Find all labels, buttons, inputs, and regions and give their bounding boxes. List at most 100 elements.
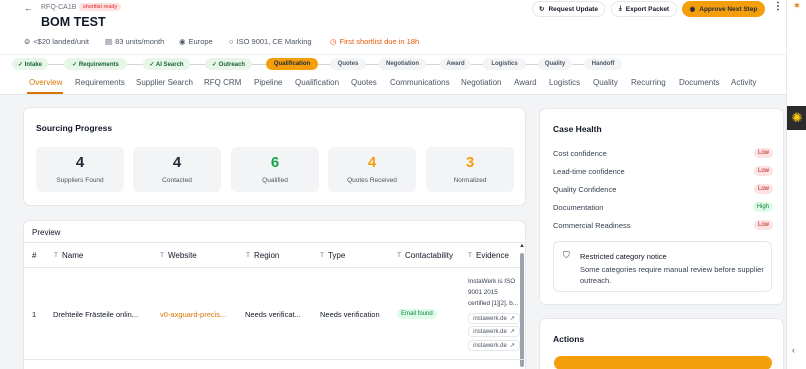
sourcing-progress-title: Sourcing Progress bbox=[36, 123, 113, 133]
stage-qualification[interactable]: Qualification bbox=[266, 58, 318, 70]
level-badge: Low bbox=[753, 184, 773, 194]
row-website-link[interactable]: v0-axguard-precis... bbox=[160, 310, 234, 319]
meta-region-text: Europe bbox=[188, 37, 213, 46]
stage-ai-search[interactable]: ✓ AI Search bbox=[143, 58, 190, 70]
meta-certs-text: ISO 9001, CE Marking bbox=[236, 37, 312, 46]
column-header-contactability[interactable]: T Contactability bbox=[397, 251, 453, 260]
stage-quotes[interactable]: Quotes bbox=[330, 58, 366, 70]
download-icon: ⤓ bbox=[618, 5, 622, 12]
tab-pipeline[interactable]: Pipeline bbox=[254, 78, 282, 87]
tab-supplier-search[interactable]: Supplier Search bbox=[136, 78, 193, 87]
evidence-link-label: instawerk.de bbox=[473, 328, 507, 335]
table-scrollbar[interactable]: ▲ bbox=[519, 243, 525, 367]
tab-activity[interactable]: Activity bbox=[731, 78, 756, 87]
more-options-icon[interactable]: ⋮ bbox=[773, 1, 783, 12]
tab-requirements[interactable]: Requirements bbox=[75, 78, 125, 87]
stat-value: 4 bbox=[367, 154, 377, 171]
stage-handoff[interactable]: Handoff bbox=[584, 58, 622, 70]
tab-qualification[interactable]: Qualification bbox=[295, 78, 339, 87]
preview-title: Preview bbox=[32, 228, 61, 237]
external-link-icon: ↗ bbox=[509, 343, 515, 349]
column-header-website[interactable]: T Website bbox=[160, 251, 197, 260]
tab-recurring[interactable]: Recurring bbox=[631, 78, 666, 87]
column-header-index[interactable]: # bbox=[32, 251, 36, 260]
case-header: ← RFQ-CA1B shortlist ready BOM TEST ⊜ <$… bbox=[0, 0, 786, 54]
stat-suppliers-found[interactable]: 4 Suppliers Found bbox=[36, 147, 124, 192]
stat-contacted[interactable]: 4 Contacted bbox=[133, 147, 221, 192]
actions-card: Actions bbox=[539, 318, 784, 369]
currency-icon: ⊜ bbox=[24, 37, 31, 46]
stage-connector bbox=[471, 64, 483, 65]
chevron-left-icon[interactable]: ‹ bbox=[792, 345, 795, 355]
request-update-button[interactable]: ↻ Request Update bbox=[532, 1, 605, 17]
export-packet-button[interactable]: ⤓ Export Packet bbox=[611, 1, 677, 17]
tab-negotiation[interactable]: Negotiation bbox=[461, 78, 501, 87]
stage-intake[interactable]: ✓ Intake bbox=[12, 58, 48, 70]
health-label: Commercial Readiness bbox=[553, 221, 631, 230]
stat-label: Normalized bbox=[453, 177, 487, 184]
scroll-thumb[interactable] bbox=[520, 253, 524, 367]
stage-outreach[interactable]: ✓ Outreach bbox=[205, 58, 252, 70]
meta-price-text: <$20 landed/unit bbox=[33, 37, 89, 46]
tab-logistics[interactable]: Logistics bbox=[549, 78, 580, 87]
actions-title: Actions bbox=[553, 334, 585, 344]
tab-quality[interactable]: Quality bbox=[593, 78, 618, 87]
tab-communications[interactable]: Communications bbox=[390, 78, 450, 87]
row-index: 1 bbox=[32, 310, 37, 319]
column-label: # bbox=[32, 251, 37, 260]
health-row-lead-time: Lead-time confidence Low bbox=[553, 166, 773, 176]
tab-rfq-crm[interactable]: RFQ CRM bbox=[204, 78, 241, 87]
back-arrow-icon[interactable]: ← bbox=[24, 3, 33, 13]
tab-quotes[interactable]: Quotes bbox=[351, 78, 377, 87]
stage-requirements[interactable]: ✓ Requirements bbox=[64, 58, 127, 70]
stat-value: 4 bbox=[75, 154, 85, 171]
stat-value: 3 bbox=[465, 154, 475, 171]
tab-documents[interactable]: Documents bbox=[679, 78, 719, 87]
text-type-icon: T bbox=[397, 252, 401, 259]
shield-icon: ⛉ bbox=[563, 250, 570, 260]
active-tab-indicator bbox=[27, 92, 63, 94]
column-label: Type bbox=[327, 251, 346, 260]
stage-award[interactable]: Award bbox=[440, 58, 471, 70]
stage-connector bbox=[426, 64, 440, 65]
text-type-icon: T bbox=[468, 252, 472, 259]
stat-quotes-received[interactable]: 4 Quotes Received bbox=[328, 147, 416, 192]
row-region: Needs verificat... bbox=[245, 310, 301, 319]
evidence-link-chip[interactable]: instawerk.de ↗ bbox=[468, 313, 520, 324]
primary-action-button[interactable] bbox=[554, 356, 772, 369]
level-badge: High bbox=[752, 202, 773, 212]
level-badge: Low bbox=[753, 220, 773, 230]
stage-negotiation[interactable]: Negotiation bbox=[379, 58, 426, 70]
evidence-link-chip[interactable]: instawerk.de ↗ bbox=[468, 326, 520, 337]
column-header-type[interactable]: T Type bbox=[320, 251, 345, 260]
meta-volume: ▤ 83 units/month bbox=[105, 37, 164, 46]
approve-next-step-button[interactable]: ◉ Approve Next Step bbox=[682, 1, 765, 17]
pipeline-stages: ✓ Intake ✓ Requirements ✓ AI Search ✓ Ou… bbox=[0, 54, 786, 73]
column-header-evidence[interactable]: T Evidence bbox=[468, 251, 509, 260]
assistant-toggle-icon[interactable]: ✺ bbox=[787, 106, 806, 130]
column-label: Evidence bbox=[475, 251, 509, 260]
sourcing-progress-card: Sourcing Progress 4 Suppliers Found 4 Co… bbox=[23, 107, 526, 206]
scroll-up-arrow-icon[interactable]: ▲ bbox=[519, 243, 525, 249]
evidence-link-label: instawerk.de bbox=[473, 342, 507, 349]
tab-award[interactable]: Award bbox=[514, 78, 537, 87]
stage-quality[interactable]: Quality bbox=[538, 58, 572, 70]
stage-logistics[interactable]: Logistics bbox=[483, 58, 526, 70]
health-label: Documentation bbox=[553, 203, 604, 212]
stat-label: Qualified bbox=[262, 177, 288, 184]
external-link-icon: ↗ bbox=[509, 329, 515, 335]
stat-normalized[interactable]: 3 Normalized bbox=[426, 147, 514, 192]
column-header-name[interactable]: T Name bbox=[54, 251, 83, 260]
level-badge: Low bbox=[753, 166, 773, 176]
meta-volume-text: 83 units/month bbox=[115, 37, 165, 46]
approve-next-step-label: Approve Next Step bbox=[699, 5, 758, 13]
row-divider bbox=[24, 359, 525, 360]
stat-qualified[interactable]: 6 Qualified bbox=[231, 147, 319, 192]
case-health-card: Case Health Cost confidence Low Lead-tim… bbox=[539, 108, 784, 305]
notice-body: Some categories require manual review be… bbox=[580, 265, 764, 285]
tab-overview[interactable]: Overview bbox=[29, 78, 62, 87]
meta-deadline: ◷ First shortlist due in 18h bbox=[330, 37, 419, 46]
row-name[interactable]: Drehteile Frästeile onlin... bbox=[53, 310, 153, 319]
column-header-region[interactable]: T Region bbox=[246, 251, 279, 260]
evidence-link-chip[interactable]: instawerk.de ↗ bbox=[468, 340, 520, 351]
